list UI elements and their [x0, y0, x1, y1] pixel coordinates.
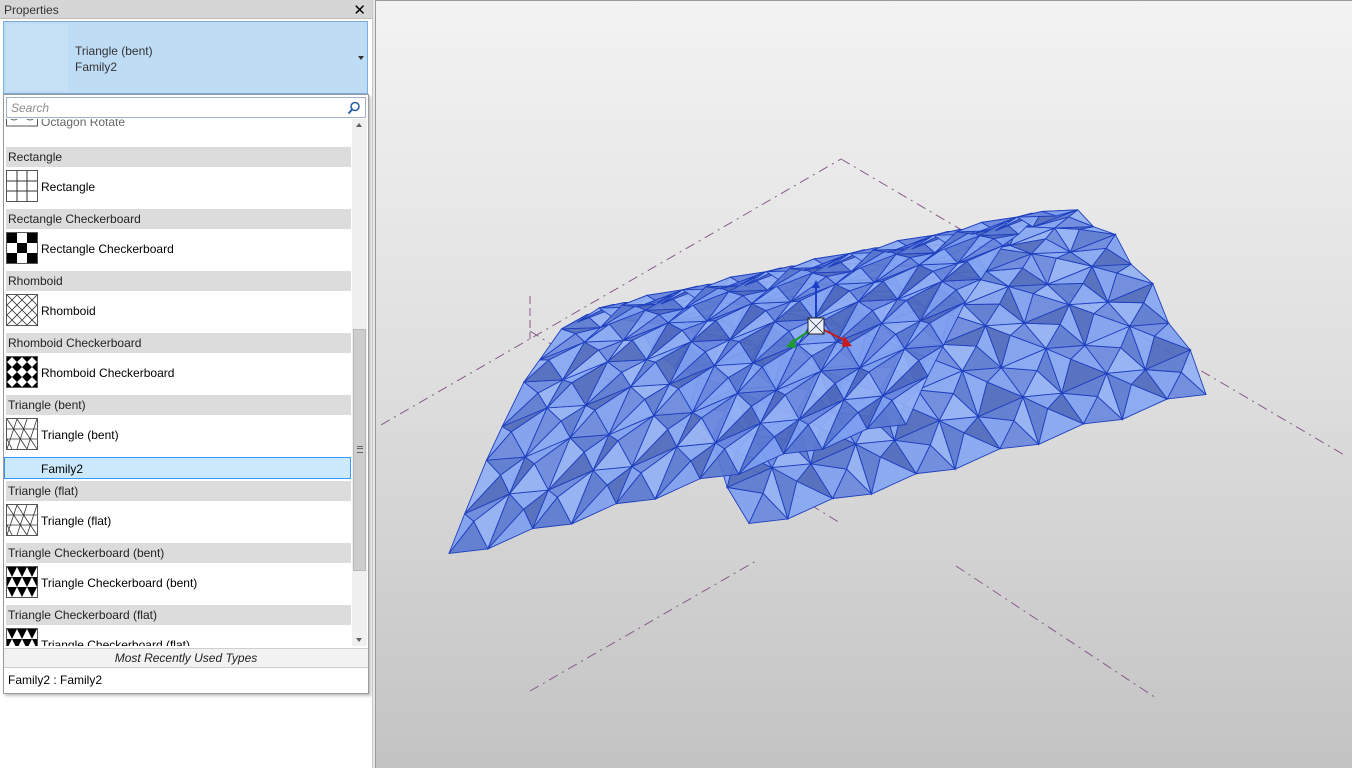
rhomboid-pattern-icon [6, 294, 38, 326]
rhomboid-checkerboard-pattern-icon [6, 356, 38, 388]
mru-header: Most Recently Used Types [4, 648, 368, 668]
triangle-pattern-icon [6, 418, 38, 450]
list-item-label: Rhomboid [41, 304, 96, 318]
type-selector[interactable]: Triangle (bent) Family2 [3, 21, 368, 94]
close-icon[interactable]: ✕ [353, 1, 366, 19]
3d-model-view[interactable] [376, 1, 1352, 768]
group-header-rectangle-checkerboard: Rectangle Checkerboard [6, 209, 351, 229]
type-dropdown: Octagon Rotate Rectangle Rectangle Recta… [3, 94, 369, 694]
reference-line [955, 565, 1157, 699]
scroll-down-icon[interactable] [356, 638, 362, 642]
properties-title-bar: Properties ✕ [0, 0, 372, 19]
group-header-triangle-bent: Triangle (bent) [6, 395, 351, 415]
triangle-checkerboard-pattern-icon [6, 628, 38, 646]
type-name: Family2 [75, 60, 118, 74]
search-icon[interactable] [347, 101, 361, 115]
group-header-triangle-checkerboard-flat: Triangle Checkerboard (flat) [6, 605, 351, 625]
grid-pattern-icon [6, 170, 38, 202]
scroll-up-icon[interactable] [356, 123, 362, 127]
group-header-triangle-checkerboard-bent: Triangle Checkerboard (bent) [6, 543, 351, 563]
search-input[interactable] [9, 99, 343, 116]
list-item-label: Triangle Checkerboard (flat) [41, 638, 190, 646]
list-item-triangle-flat[interactable]: Triangle (flat) [4, 501, 353, 541]
list-item-label: Triangle Checkerboard (bent) [41, 576, 198, 590]
octagon-pattern-icon [6, 119, 38, 127]
reference-line [529, 560, 757, 692]
triangle-pattern-icon [6, 504, 38, 536]
group-header-rhomboid: Rhomboid [6, 271, 351, 291]
search-box[interactable] [6, 97, 366, 118]
list-scrollbar[interactable] [352, 119, 367, 646]
list-item-family2-selected[interactable]: Family2 [4, 457, 351, 479]
list-item-label: Triangle (bent) [41, 428, 119, 442]
scrollbar-thumb[interactable] [353, 329, 366, 571]
list-item-label: Triangle (flat) [41, 514, 112, 528]
group-header-rhomboid-checkerboard: Rhomboid Checkerboard [6, 333, 351, 353]
group-header-triangle-flat: Triangle (flat) [6, 481, 351, 501]
list-item-triangle-bent[interactable]: Triangle (bent) [4, 415, 353, 455]
type-family-name: Triangle (bent) [75, 44, 153, 58]
chevron-down-icon[interactable] [358, 56, 364, 60]
list-item-triangle-checkerboard-flat[interactable]: Triangle Checkerboard (flat) [4, 625, 353, 646]
list-item-rectangle[interactable]: Rectangle [4, 167, 353, 207]
group-header-rectangle: Rectangle [6, 147, 351, 167]
properties-panel: Properties ✕ Triangle (bent) Family2 Oc [0, 0, 372, 768]
list-item-triangle-checkerboard-bent[interactable]: Triangle Checkerboard (bent) [4, 563, 353, 603]
list-item-rhomboid[interactable]: Rhomboid [4, 291, 353, 331]
list-item-rectangle-checkerboard[interactable]: Rectangle Checkerboard [4, 229, 353, 269]
list-item-partial[interactable]: Octagon Rotate [4, 119, 353, 145]
triangle-checkerboard-pattern-icon [6, 566, 38, 598]
mru-item[interactable]: Family2 : Family2 [8, 673, 102, 687]
list-item-label: Rectangle [41, 180, 96, 194]
panel-title: Properties [4, 3, 59, 17]
list-item-label: Rhomboid Checkerboard [41, 366, 175, 380]
list-item-label: Octagon Rotate [41, 119, 126, 129]
list-item-label: Family2 [41, 462, 84, 476]
type-list: Octagon Rotate Rectangle Rectangle Recta… [4, 119, 353, 646]
3d-viewport[interactable] [376, 0, 1352, 768]
checkerboard-pattern-icon [6, 232, 38, 264]
type-preview-image [6, 24, 68, 91]
list-item-rhomboid-checkerboard[interactable]: Rhomboid Checkerboard [4, 353, 353, 393]
list-item-label: Rectangle Checkerboard [41, 242, 174, 256]
curtain-panel-surface[interactable] [447, 209, 1208, 554]
grip-icon [357, 446, 363, 453]
